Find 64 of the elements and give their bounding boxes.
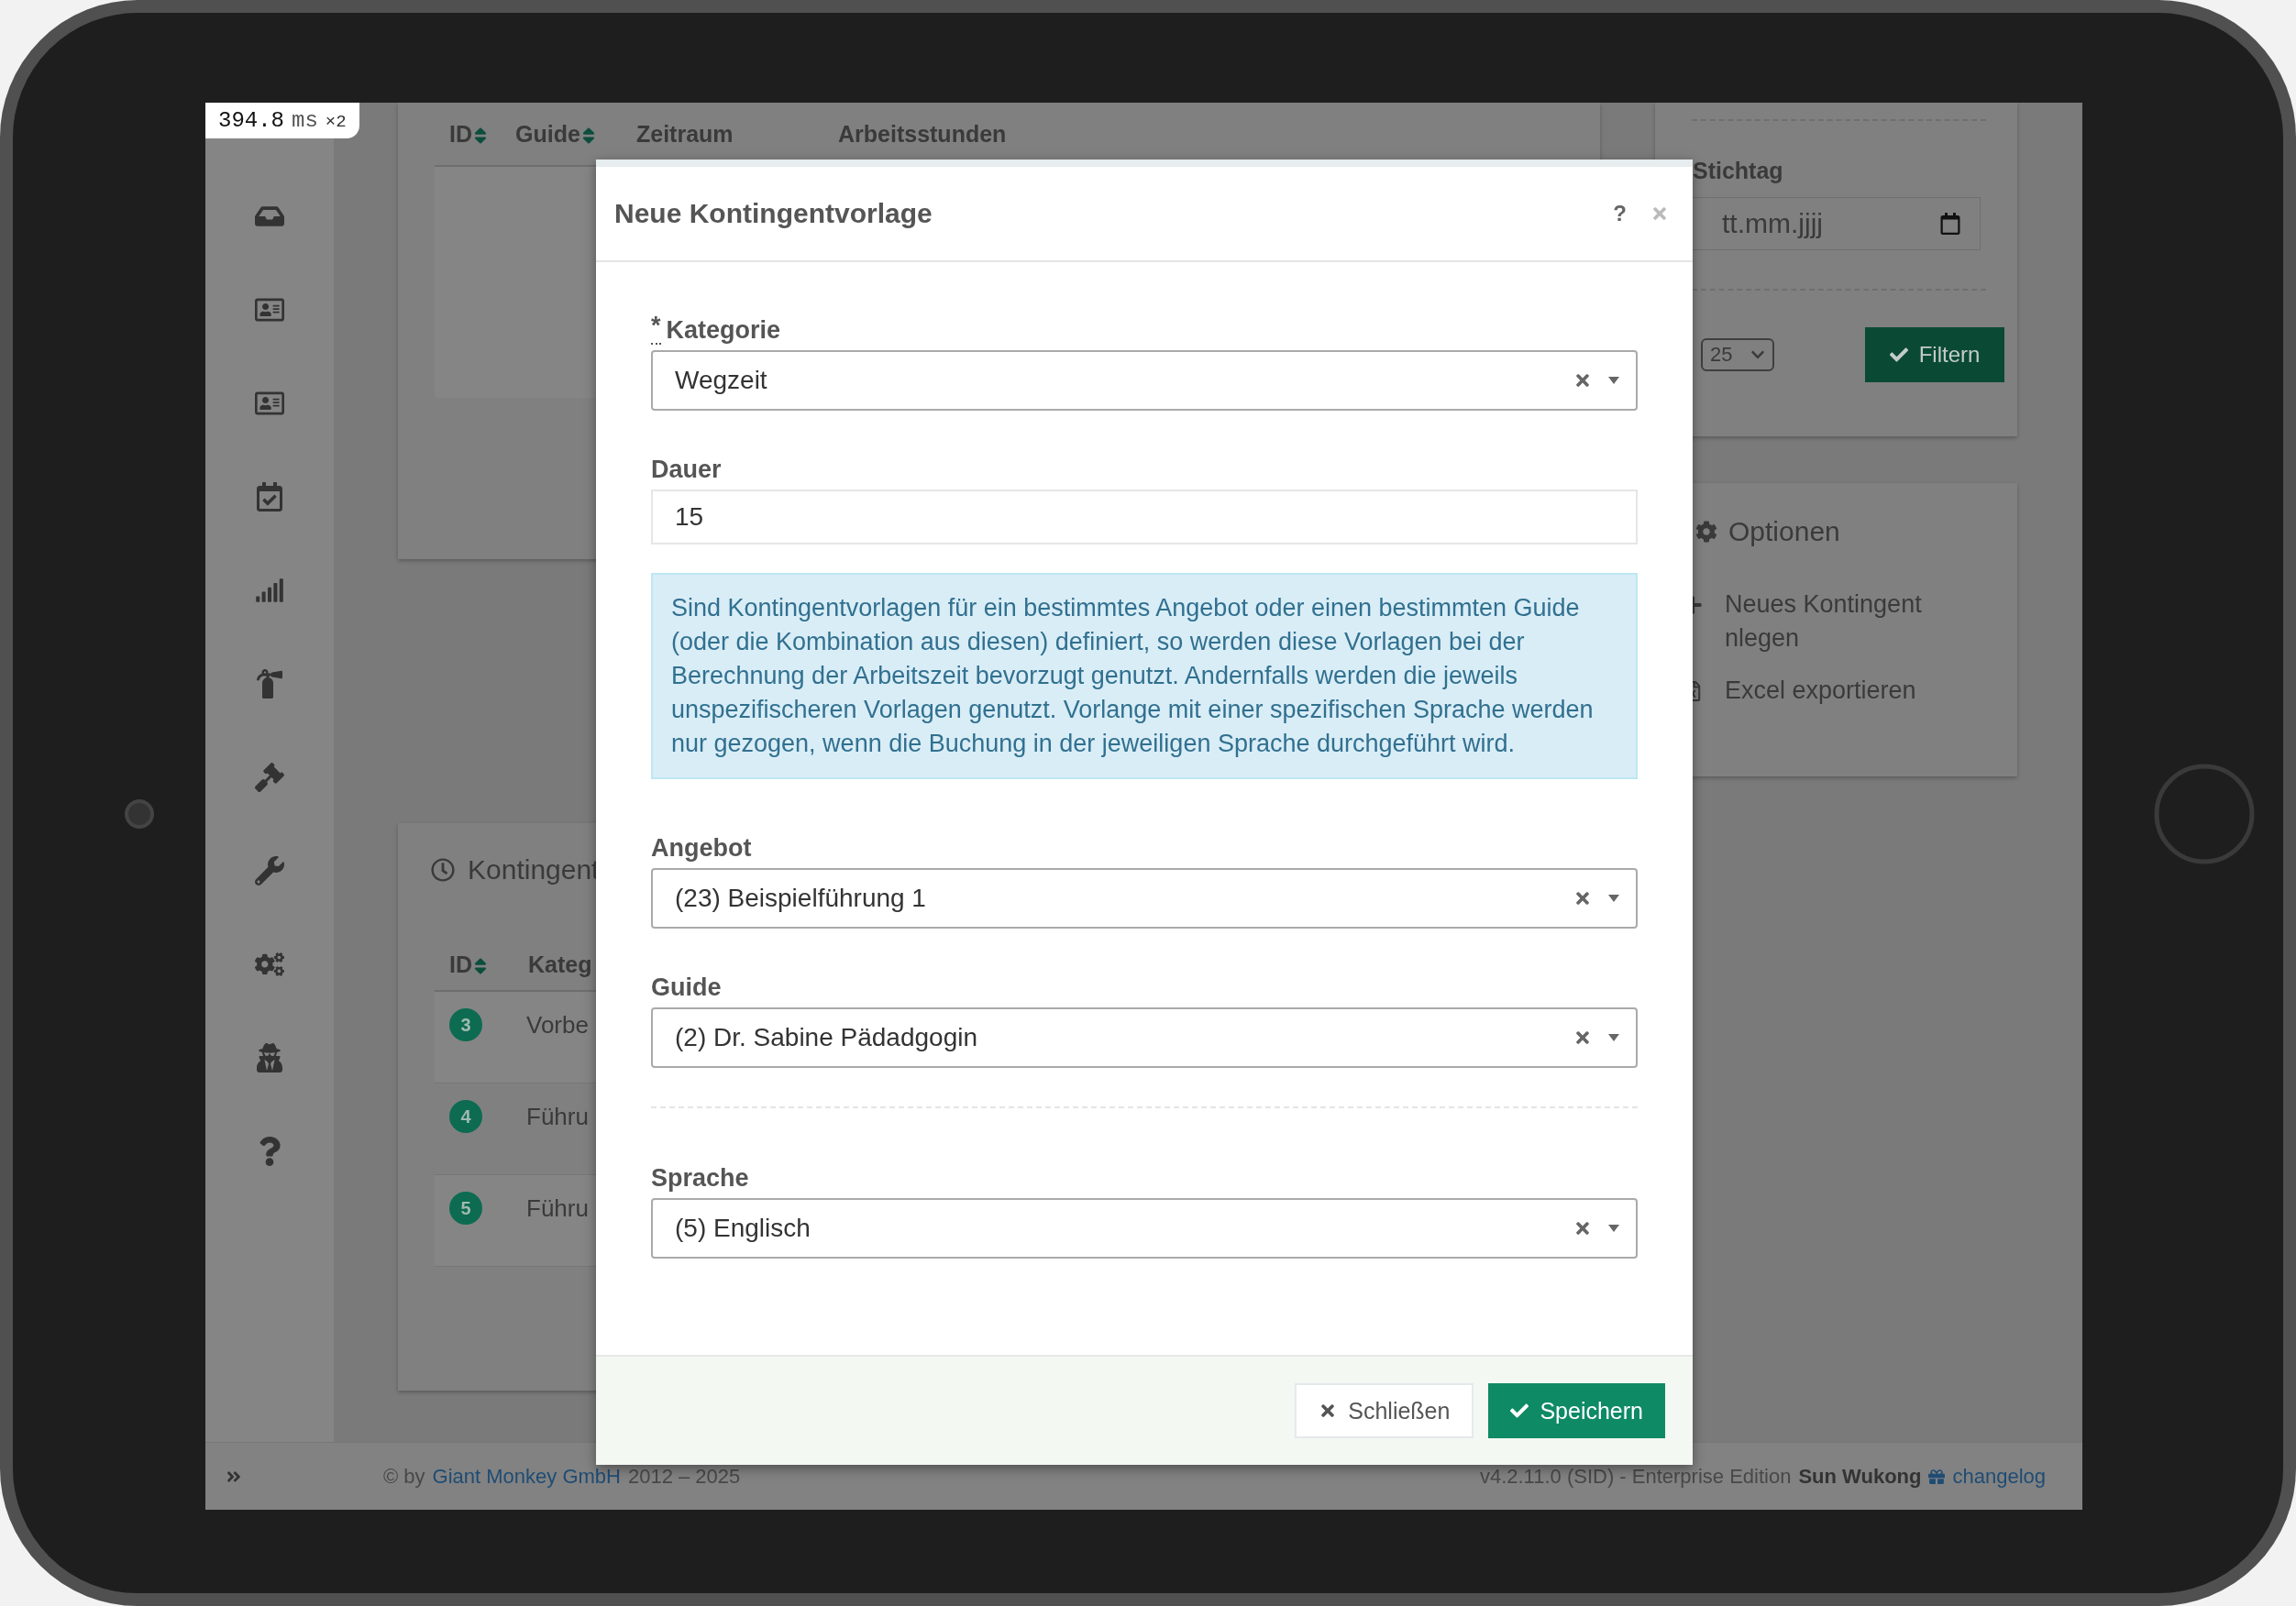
copyright-text: © by: [383, 1464, 425, 1489]
clear-icon[interactable]: [1573, 1028, 1592, 1047]
check-icon: [1889, 346, 1908, 364]
caret-icon: [1608, 895, 1619, 902]
gear-icon: [1695, 521, 1717, 543]
table-cell-text: Führu: [526, 1194, 589, 1224]
gift-icon[interactable]: [1928, 1468, 1946, 1485]
timing-badge: 394.8 ms ×2: [205, 103, 359, 138]
field-label: Angebot: [651, 833, 752, 863]
field-label: Stichtag: [1693, 158, 1784, 184]
extinguisher-icon[interactable]: [255, 669, 284, 698]
caret-icon: [1608, 1225, 1619, 1232]
clear-icon[interactable]: [1573, 889, 1592, 908]
column-header[interactable]: Zeitraum: [636, 119, 838, 148]
info-text: Sind Kontingentvorlagen für ein bestimmtes Angebot oder einen bestimmten Guide (oder die Kombination aus diesen) definiert, so werden diese Vorlagen bei der Berechnung der Arbeitszeit bevorzugt genutzt. Andernfalls werden die jeweils unspezifischeren Vorlagen genutzt. Vorlange mit einer spezifischen Sprache werden nur gezogen, wenn die Buchung in der jeweiligen Sprache durchgeführt wird.: [651, 573, 1638, 779]
card-title: Optionen: [1728, 516, 1840, 547]
save-button[interactable]: Speichern: [1488, 1383, 1665, 1438]
version-text: v4.2.11.0 (SID) - Enterprise Edition: [1479, 1464, 1792, 1489]
years-text: 2012 – 2025: [627, 1464, 741, 1489]
option-link[interactable]: Neues Kontingent nlegen: [1725, 588, 1945, 655]
id-badge: 3: [449, 1008, 482, 1041]
check-icon: [1510, 1402, 1529, 1420]
field-label: Dauer: [651, 455, 722, 484]
caret-icon: [1608, 1034, 1619, 1041]
column-header[interactable]: Guide: [515, 119, 636, 148]
caret-icon: [1608, 377, 1619, 384]
column-header[interactable]: ID: [449, 119, 515, 148]
clear-icon[interactable]: [1573, 1219, 1592, 1238]
select-field[interactable]: (2) Dr. Sabine Pädadgogin: [651, 1007, 1638, 1068]
company-link[interactable]: Giant Monkey GmbH: [432, 1464, 621, 1489]
close-button[interactable]: [1650, 204, 1669, 223]
select-field[interactable]: Wegzeit: [651, 350, 1638, 411]
select-field[interactable]: (23) Beispielführung 1: [651, 868, 1638, 929]
id-badge: 5: [449, 1192, 482, 1225]
option-link[interactable]: Excel exportieren: [1725, 674, 1945, 708]
clock-icon: [431, 858, 455, 882]
changelog-link[interactable]: changelog: [1952, 1464, 2046, 1489]
page-size-select[interactable]: 25: [1701, 338, 1774, 371]
table-cell-text: Führu: [526, 1102, 589, 1132]
filter-button[interactable]: Filtern: [1865, 327, 2004, 382]
gavel-icon[interactable]: [255, 763, 284, 792]
dialog-title: Neue Kontingentvorlage: [614, 198, 933, 229]
close-icon: [1650, 204, 1669, 223]
field-label: Guide: [651, 973, 722, 1002]
id-badge: 4: [449, 1100, 482, 1133]
spy-icon[interactable]: [255, 1043, 284, 1072]
close-dialog-button[interactable]: Schließen: [1295, 1383, 1474, 1438]
column-header[interactable]: ID: [449, 950, 528, 979]
wrench-icon[interactable]: [255, 856, 284, 886]
edition-name: Sun Wukong: [1798, 1464, 1922, 1489]
required-mark: *: [651, 315, 661, 345]
field-label: Sprache: [651, 1163, 749, 1193]
select-field[interactable]: (5) Englisch: [651, 1198, 1638, 1259]
column-header[interactable]: Arbeitsstunden: [838, 119, 1113, 148]
input-field[interactable]: 15: [651, 490, 1638, 544]
help-button[interactable]: ?: [1613, 201, 1627, 226]
gears-icon[interactable]: [255, 950, 284, 979]
field-label: Kategorie: [666, 315, 781, 345]
calendar-check-icon[interactable]: [255, 482, 284, 512]
calendar-icon[interactable]: [1939, 213, 1961, 235]
clear-icon[interactable]: [1573, 371, 1592, 390]
table-cell-text: Vorbe: [526, 1010, 589, 1040]
signal-bars-icon[interactable]: [255, 576, 284, 605]
card-title: Kontingent: [468, 854, 600, 886]
